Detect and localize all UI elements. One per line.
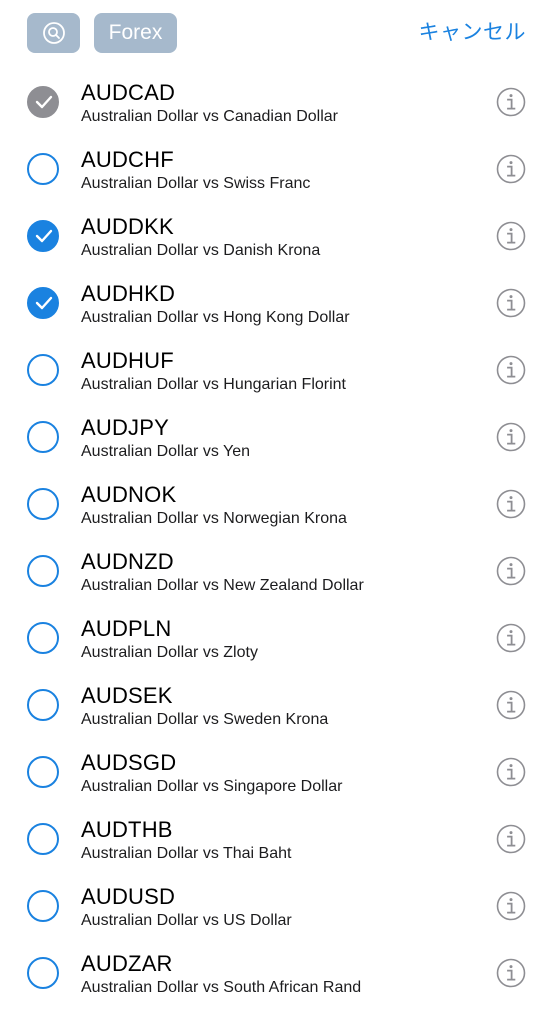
info-icon[interactable] — [496, 422, 526, 452]
unchecked-circle-icon[interactable] — [27, 555, 59, 587]
symbol-row-audchf[interactable]: AUDCHF Australian Dollar vs Swiss Franc — [0, 133, 554, 200]
symbol-name: AUDHUF — [81, 348, 174, 373]
info-icon[interactable] — [496, 958, 526, 988]
info-icon[interactable] — [496, 87, 526, 117]
symbol-name: AUDNZD — [81, 549, 174, 574]
symbol-row-audusd[interactable]: AUDUSD Australian Dollar vs US Dollar — [0, 870, 554, 937]
symbol-name: AUDSEK — [81, 683, 173, 708]
symbol-description: Australian Dollar vs South African Rand — [81, 979, 362, 996]
symbol-row-audpln[interactable]: AUDPLN Australian Dollar vs Zloty — [0, 602, 554, 669]
symbol-description: Australian Dollar vs Sweden Krona — [81, 711, 329, 728]
symbol-row-audnzd[interactable]: AUDNZD Australian Dollar vs New Zealand D… — [0, 535, 554, 602]
symbol-description: Australian Dollar vs Hungarian Florint — [81, 376, 346, 393]
symbol-description: Australian Dollar vs Swiss Franc — [81, 175, 311, 192]
unchecked-circle-icon[interactable] — [27, 153, 59, 185]
unchecked-circle-icon[interactable] — [27, 823, 59, 855]
cancel-button[interactable]: キャンセル — [419, 17, 527, 47]
unchecked-circle-icon[interactable] — [27, 488, 59, 520]
symbol-row-audzar[interactable]: AUDZAR Australian Dollar vs South African… — [0, 937, 554, 1004]
unchecked-circle-icon[interactable] — [27, 957, 59, 989]
info-icon[interactable] — [496, 489, 526, 519]
info-icon[interactable] — [496, 221, 526, 251]
info-icon[interactable] — [496, 623, 526, 653]
symbol-name: AUDSGD — [81, 750, 177, 775]
info-icon[interactable] — [496, 690, 526, 720]
symbol-name: AUDUSD — [81, 884, 176, 909]
symbol-description: Australian Dollar vs Yen — [81, 443, 250, 460]
info-icon[interactable] — [496, 824, 526, 854]
checkmark-circle-icon — [27, 86, 59, 118]
symbol-name: AUDCAD — [81, 80, 176, 105]
info-icon[interactable] — [496, 355, 526, 385]
symbol-row-audthb[interactable]: AUDTHB Australian Dollar vs Thai Baht — [0, 803, 554, 870]
symbol-row-audhkd[interactable]: AUDHKD Australian Dollar vs Hong Kong Dol… — [0, 267, 554, 334]
symbol-row-audsgd[interactable]: AUDSGD Australian Dollar vs Singapore Dol… — [0, 736, 554, 803]
symbol-description: Australian Dollar vs Canadian Dollar — [81, 108, 339, 125]
unchecked-circle-icon[interactable] — [27, 689, 59, 721]
search-button[interactable] — [27, 13, 80, 53]
symbol-row-audnok[interactable]: AUDNOK Australian Dollar vs Norwegian Kro… — [0, 468, 554, 535]
symbol-description: Australian Dollar vs Zloty — [81, 644, 258, 661]
info-icon[interactable] — [496, 288, 526, 318]
symbol-name: AUDPLN — [81, 616, 172, 641]
symbol-name: AUDNOK — [81, 482, 177, 507]
symbol-name: AUDDKK — [81, 214, 174, 239]
search-icon — [42, 22, 65, 44]
symbol-row-audsek[interactable]: AUDSEK Australian Dollar vs Sweden Krona — [0, 669, 554, 736]
info-icon[interactable] — [496, 154, 526, 184]
unchecked-circle-icon[interactable] — [27, 890, 59, 922]
symbol-description: Australian Dollar vs US Dollar — [81, 912, 292, 929]
symbol-name: AUDHKD — [81, 281, 176, 306]
symbol-row-audhuf[interactable]: AUDHUF Australian Dollar vs Hungarian Flo… — [0, 334, 554, 401]
symbol-description: Australian Dollar vs New Zealand Dollar — [81, 577, 364, 594]
symbol-name: AUDCHF — [81, 147, 174, 172]
unchecked-circle-icon[interactable] — [27, 354, 59, 386]
symbol-description: Australian Dollar vs Singapore Dollar — [81, 778, 343, 795]
symbol-list: AUDCAD Australian Dollar vs Canadian Doll… — [0, 66, 554, 1004]
info-icon[interactable] — [496, 757, 526, 787]
checkmark-circle-icon[interactable] — [27, 287, 59, 319]
symbol-name: AUDJPY — [81, 415, 169, 440]
unchecked-circle-icon[interactable] — [27, 622, 59, 654]
category-chip-forex[interactable]: Forex — [94, 13, 177, 53]
symbol-name: AUDTHB — [81, 817, 173, 842]
symbol-row-auddkk[interactable]: AUDDKK Australian Dollar vs Danish Krona — [0, 200, 554, 267]
top-bar: Forex キャンセル — [0, 0, 554, 66]
info-icon[interactable] — [496, 556, 526, 586]
symbol-row-audcad[interactable]: AUDCAD Australian Dollar vs Canadian Doll… — [0, 66, 554, 133]
symbol-description: Australian Dollar vs Danish Krona — [81, 242, 321, 259]
symbol-row-audjpy[interactable]: AUDJPY Australian Dollar vs Yen — [0, 401, 554, 468]
checkmark-circle-icon[interactable] — [27, 220, 59, 252]
unchecked-circle-icon[interactable] — [27, 756, 59, 788]
unchecked-circle-icon[interactable] — [27, 421, 59, 453]
symbol-description: Australian Dollar vs Thai Baht — [81, 845, 292, 862]
symbol-name: AUDZAR — [81, 951, 173, 976]
symbol-description: Australian Dollar vs Norwegian Krona — [81, 510, 347, 527]
symbol-description: Australian Dollar vs Hong Kong Dollar — [81, 309, 350, 326]
info-icon[interactable] — [496, 891, 526, 921]
